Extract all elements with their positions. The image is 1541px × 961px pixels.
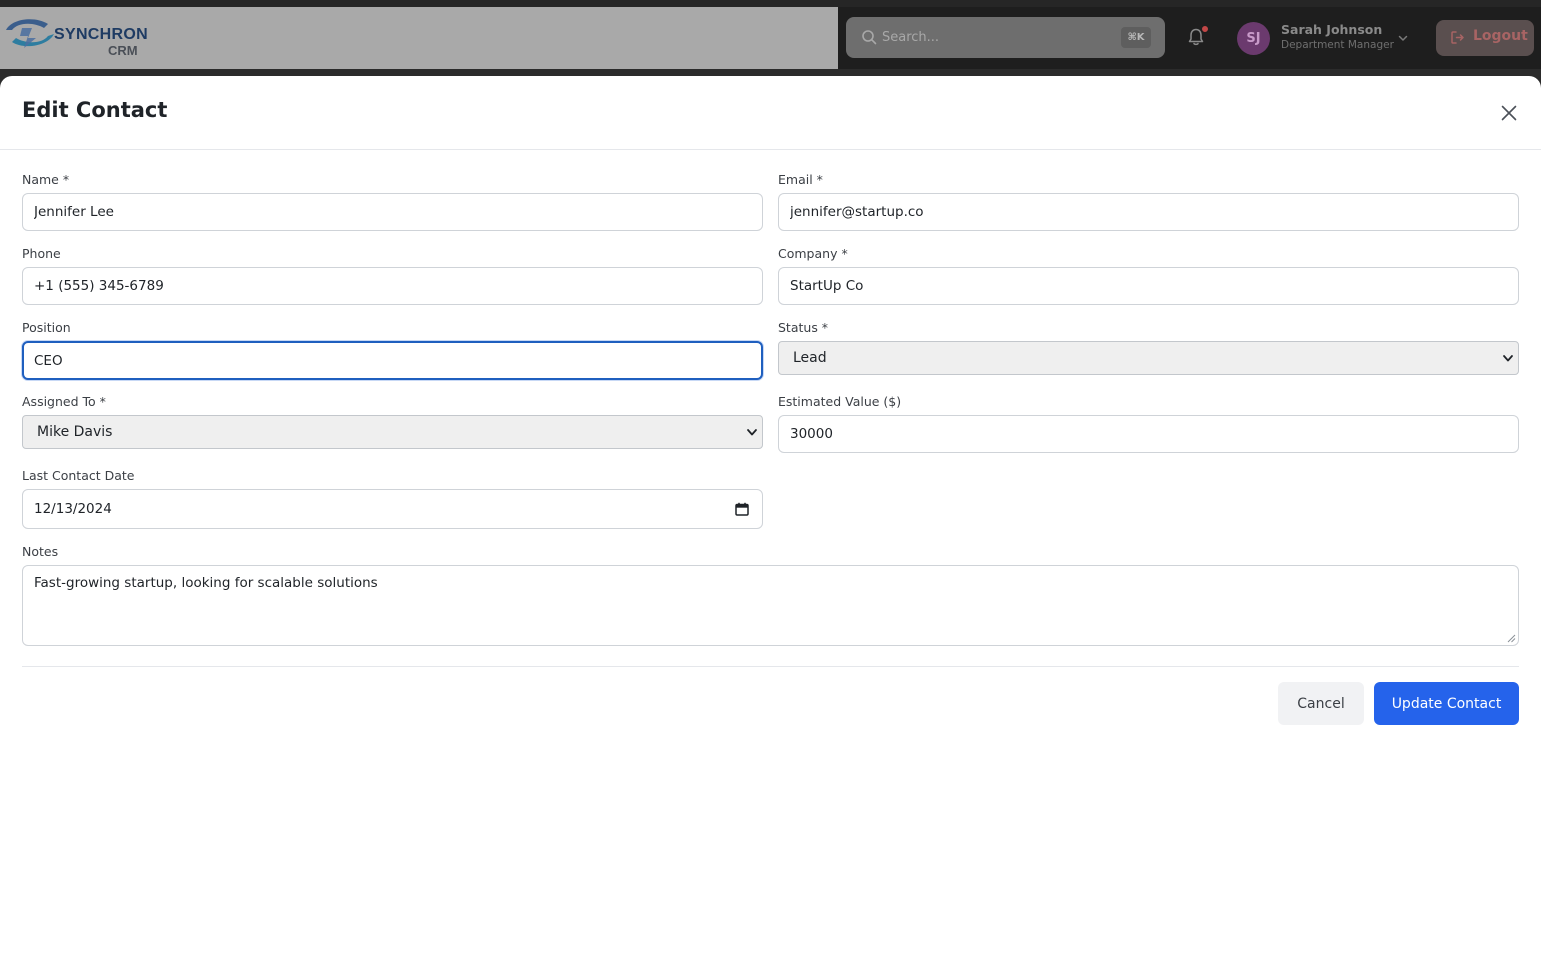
- position-label: Position: [22, 320, 71, 335]
- search-icon: [862, 30, 877, 45]
- email-field[interactable]: [778, 193, 1519, 231]
- status-select[interactable]: Lead: [778, 341, 1519, 375]
- search-shortcut-badge: ⌘K: [1121, 27, 1151, 48]
- chevron-down-icon[interactable]: [1397, 32, 1409, 44]
- edit-contact-modal: Edit Contact Name * Email * Phone Compan…: [0, 76, 1541, 961]
- resize-handle-icon[interactable]: [1507, 634, 1516, 643]
- logo-subtitle: CRM: [108, 43, 138, 58]
- status-selected-value: Lead: [793, 350, 827, 366]
- synchron-logo-icon: [6, 19, 54, 48]
- top-strip: [0, 0, 1541, 7]
- logo-wordmark: SYNCHRON: [54, 26, 148, 43]
- cancel-button[interactable]: Cancel: [1278, 682, 1364, 725]
- position-field[interactable]: [22, 341, 763, 380]
- assigned-to-selected-value: Mike Davis: [37, 424, 113, 440]
- user-role: Department Manager: [1281, 39, 1394, 51]
- name-label: Name *: [22, 172, 70, 187]
- phone-field[interactable]: [22, 267, 763, 305]
- global-search[interactable]: ⌘K: [846, 17, 1165, 58]
- assigned-to-select[interactable]: Mike Davis: [22, 415, 763, 449]
- notes-label: Notes: [22, 544, 59, 559]
- company-field[interactable]: [778, 267, 1519, 305]
- close-icon[interactable]: [1498, 102, 1520, 124]
- form-divider: [22, 666, 1519, 667]
- modal-title: Edit Contact: [22, 98, 168, 122]
- company-label: Company *: [778, 246, 848, 261]
- last-contact-date-field[interactable]: [22, 489, 763, 529]
- search-input[interactable]: [882, 25, 1102, 50]
- calendar-icon[interactable]: [735, 502, 749, 516]
- chevron-down-icon: [1503, 355, 1513, 362]
- logout-icon: [1451, 31, 1464, 44]
- last-contact-date-label: Last Contact Date: [22, 468, 135, 483]
- email-label: Email *: [778, 172, 823, 187]
- app-logo[interactable]: SYNCHRON CRM: [2, 16, 148, 60]
- user-name[interactable]: Sarah Johnson: [1281, 22, 1382, 37]
- phone-label: Phone: [22, 246, 61, 261]
- notification-dot: [1201, 25, 1209, 33]
- modal-header: Edit Contact: [0, 76, 1541, 150]
- status-label: Status *: [778, 320, 829, 335]
- avatar[interactable]: SJ: [1237, 22, 1270, 55]
- estimated-value-field[interactable]: [778, 415, 1519, 453]
- chevron-down-icon: [747, 429, 757, 436]
- update-contact-button[interactable]: Update Contact: [1374, 682, 1519, 725]
- logout-label: Logout: [1473, 28, 1528, 44]
- estimated-value-label: Estimated Value ($): [778, 394, 902, 409]
- notes-field[interactable]: Fast-growing startup, looking for scalab…: [22, 565, 1519, 646]
- logout-button[interactable]: Logout: [1436, 20, 1534, 56]
- name-field[interactable]: [22, 193, 763, 231]
- assigned-to-label: Assigned To *: [22, 394, 106, 409]
